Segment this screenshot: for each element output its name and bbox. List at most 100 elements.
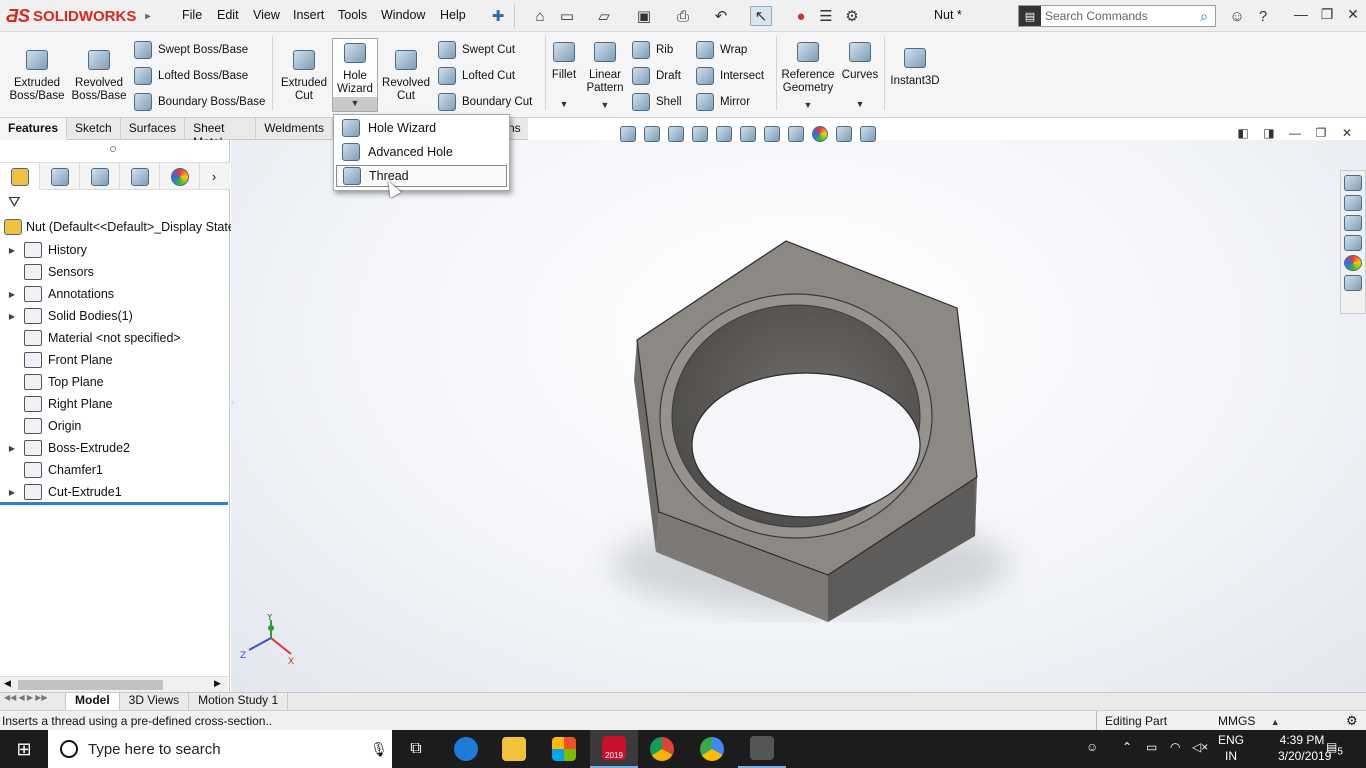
rebuild-icon[interactable]: ●: [790, 6, 812, 26]
new-document-icon[interactable]: ▭: [556, 6, 578, 26]
units-selector[interactable]: MMGS ▲: [1218, 714, 1280, 728]
edge-icon[interactable]: [442, 730, 490, 768]
search-scope-icon[interactable]: ▤: [1019, 6, 1041, 26]
notification-center-icon[interactable]: ▤5: [1326, 740, 1343, 757]
extruded-boss-button[interactable]: Extruded Boss/Base: [8, 50, 66, 103]
file-properties-icon[interactable]: ☰: [815, 6, 837, 26]
expand-arrow-icon[interactable]: ▶: [0, 488, 24, 497]
chevron-down-icon[interactable]: ▼: [582, 99, 628, 112]
view-settings-icon[interactable]: [860, 126, 876, 142]
chrome-canary-icon[interactable]: [688, 730, 736, 768]
viewport-tile-right-icon[interactable]: ◨: [1258, 126, 1280, 146]
filter-icon[interactable]: ⛛: [8, 194, 21, 211]
tree-item[interactable]: ▶ Boss-Extrude2: [0, 437, 228, 459]
tree-root[interactable]: Nut (Default<<Default>_Display State: [4, 219, 235, 235]
view-orientation-icon[interactable]: [740, 126, 756, 142]
linear-pattern-button[interactable]: Linear Pattern ▼: [582, 42, 628, 112]
view-palette-icon[interactable]: [1344, 235, 1362, 251]
hole-wizard-dropdown-arrow[interactable]: ▼: [333, 97, 377, 111]
hole-wizard-button[interactable]: Hole Wizard ▼: [332, 38, 378, 112]
hide-show-items-icon[interactable]: [788, 126, 804, 142]
apply-scene-icon[interactable]: [836, 126, 852, 142]
tree-item[interactable]: Front Plane: [0, 349, 228, 371]
tree-item[interactable]: Origin: [0, 415, 228, 437]
graphics-area[interactable]: Y X Z ◦: [231, 140, 1366, 692]
tree-item[interactable]: ▶ Solid Bodies(1): [0, 305, 228, 327]
fillet-button[interactable]: Fillet ▼: [548, 42, 580, 111]
print-icon[interactable]: ⎙: [672, 6, 694, 26]
swept-boss-button[interactable]: Swept Boss/Base: [134, 39, 248, 61]
chrome-icon[interactable]: [638, 730, 686, 768]
tab-features[interactable]: Features: [0, 118, 68, 140]
dynamic-annotation-icon[interactable]: [716, 126, 732, 142]
task-view-icon[interactable]: ⧉: [392, 730, 440, 768]
edit-appearance-icon[interactable]: [812, 126, 828, 142]
solidworks-logo[interactable]: ƋS SOLIDWORKS ▸: [6, 0, 154, 32]
undo-icon[interactable]: ↶: [710, 6, 732, 26]
volume-mute-icon[interactable]: ◁×: [1192, 740, 1208, 754]
dropdown-thread[interactable]: Thread: [336, 165, 507, 187]
customize-status-icon[interactable]: ⚙: [1346, 713, 1358, 729]
file-explorer-icon[interactable]: [1344, 215, 1362, 231]
chevron-down-icon[interactable]: ▼: [548, 98, 580, 111]
expand-arrow-icon[interactable]: ▶: [0, 444, 24, 453]
viewport-minimize-icon[interactable]: —: [1284, 126, 1306, 146]
dropdown-hole-wizard[interactable]: Hole Wizard: [336, 117, 507, 139]
chevron-down-icon[interactable]: ▼: [780, 99, 836, 112]
tray-chevron-icon[interactable]: ⌃: [1122, 740, 1132, 754]
menu-window[interactable]: Window: [381, 8, 425, 22]
intersect-button[interactable]: Intersect: [696, 65, 764, 87]
expand-arrow-icon[interactable]: ▶: [0, 246, 24, 255]
wifi-icon[interactable]: ◠: [1170, 740, 1180, 754]
battery-icon[interactable]: ▭: [1146, 740, 1157, 754]
tab-3d-views[interactable]: 3D Views: [120, 693, 190, 710]
expand-arrow-icon[interactable]: ▶: [0, 312, 24, 321]
microphone-icon[interactable]: 🎙: [366, 741, 392, 758]
tree-item[interactable]: ▶ Cut-Extrude1: [0, 481, 228, 503]
instant3d-button[interactable]: Instant3D: [888, 48, 942, 88]
help-icon[interactable]: ?: [1252, 6, 1274, 26]
wrap-button[interactable]: Wrap: [696, 39, 747, 61]
mirror-button[interactable]: Mirror: [696, 91, 750, 113]
home-icon[interactable]: ⌂: [529, 6, 551, 26]
lofted-cut-button[interactable]: Lofted Cut: [438, 65, 515, 87]
solidworks-taskbar-icon[interactable]: 2019: [590, 730, 638, 768]
dropdown-advanced-hole[interactable]: Advanced Hole: [336, 141, 507, 163]
tab-weldments[interactable]: Weldments: [256, 118, 333, 140]
panel-collapse-handle[interactable]: ◦: [231, 398, 234, 407]
search-icon[interactable]: ⌕: [1193, 8, 1215, 25]
zoom-to-area-icon[interactable]: [644, 126, 660, 142]
tab-surfaces[interactable]: Surfaces: [121, 118, 186, 140]
previous-view-icon[interactable]: [668, 126, 684, 142]
options-gear-icon[interactable]: ⚙: [841, 6, 863, 26]
windows-start-icon[interactable]: ⊞: [0, 730, 48, 768]
tab-scroll-arrows-icon[interactable]: ◀◀ ◀ ▶ ▶▶: [0, 693, 66, 710]
tab-sheet-metal[interactable]: Sheet Metal: [185, 118, 257, 149]
nut-model[interactable]: [231, 140, 1366, 692]
search-input[interactable]: Search Commands: [1041, 9, 1193, 23]
custom-properties-icon[interactable]: [1344, 275, 1362, 291]
menu-file[interactable]: File: [182, 8, 202, 22]
menu-tools[interactable]: Tools: [338, 8, 367, 22]
design-library-icon[interactable]: [1344, 195, 1362, 211]
save-icon[interactable]: ▣: [633, 6, 655, 26]
chevron-down-icon[interactable]: ▼: [840, 98, 880, 111]
tree-item[interactable]: Right Plane: [0, 393, 228, 415]
tab-dimxpert-manager[interactable]: [120, 163, 160, 190]
menu-insert[interactable]: Insert: [293, 8, 324, 22]
chevron-right-icon[interactable]: ›: [200, 163, 228, 190]
appearances-icon[interactable]: [1344, 255, 1362, 271]
tab-configuration-manager[interactable]: [80, 163, 120, 190]
tab-display-manager[interactable]: [160, 163, 200, 190]
reference-geometry-button[interactable]: Reference Geometry ▼: [780, 42, 836, 112]
revolved-cut-button[interactable]: Revolved Cut: [380, 50, 432, 103]
viewport-restore-icon[interactable]: ❐: [1310, 126, 1332, 146]
tab-partial[interactable]: ns: [508, 118, 528, 140]
scroll-thumb[interactable]: [18, 680, 163, 690]
restore-icon[interactable]: ❐: [1316, 6, 1338, 26]
scroll-right-icon[interactable]: ▶: [214, 678, 221, 689]
extruded-cut-button[interactable]: Extruded Cut: [278, 50, 330, 103]
viewport-close-icon[interactable]: ✕: [1336, 126, 1358, 146]
sw-launcher-taskbar-icon[interactable]: [738, 730, 786, 768]
minimize-icon[interactable]: —: [1290, 6, 1312, 26]
